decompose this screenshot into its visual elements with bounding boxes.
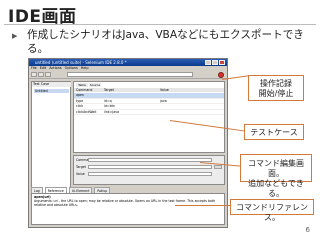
maximize-icon[interactable] [212,60,218,65]
row-target: id=q [104,98,112,103]
row-command: type [76,98,84,103]
testcase-item[interactable]: Untitled [34,89,69,93]
testcase-header: Test Case [32,82,71,87]
base-url-input[interactable] [67,72,193,77]
command-table: Table Source Command Target Value open t… [73,81,225,153]
row-value [160,104,220,109]
bullet-text: 作成したシナリオはJava、VBAなどにもエクスポートできる。 [27,29,304,55]
table-header: Command Target Value [74,88,224,92]
bullet-icon: ▶ [12,32,18,40]
callout-testcase: テストケース [244,124,304,140]
row-command: clickAndWait [76,109,97,114]
selenium-ide-window: untitled (untitled suite) - Selenium IDE… [28,58,228,228]
command-input[interactable] [88,158,212,162]
row-value [160,110,220,115]
row-command: click [76,104,84,108]
column-target: Target [104,88,114,92]
callout-reference: コマンドリファレンス。 [230,199,314,222]
run-all-icon[interactable] [31,72,37,77]
reference-panel: open(url) Arguments: url - the URL to op… [31,193,225,225]
select-button[interactable] [214,165,222,169]
connector-reference [175,205,231,206]
callout-record: 操作記録 開始/停止 [248,75,304,101]
target-label: Target [76,165,86,169]
toolbar [29,71,227,79]
callout-editor: コマンド編集画面。 追加などもできる。 [240,154,312,198]
window-titlebar: untitled (untitled suite) - Selenium IDE… [29,59,227,66]
row-target [104,93,160,98]
row-command: open [76,93,84,97]
pause-icon[interactable] [45,72,51,77]
target-input[interactable] [88,165,212,169]
minimize-icon[interactable] [205,60,211,65]
table-row[interactable]: clickAndWait link=Java [74,109,224,115]
page-number: 6 [305,226,310,234]
command-editor: Command Target Value [73,155,225,185]
close-icon[interactable] [219,60,225,65]
tab-source[interactable]: Source [89,83,101,87]
window-title: untitled (untitled suite) - Selenium IDE… [35,60,127,65]
tab-table[interactable]: Table [76,83,88,87]
column-command: Command [76,88,93,92]
row-value [160,93,220,98]
row-target: id=btn [104,104,115,108]
value-label: Value [76,172,85,176]
run-icon[interactable] [38,72,44,77]
column-value: Value [160,88,169,92]
row-target: link=Java [104,109,120,114]
row-value: java [160,98,167,103]
record-button[interactable] [218,72,224,78]
title-divider [4,24,316,25]
value-input[interactable] [88,172,212,176]
